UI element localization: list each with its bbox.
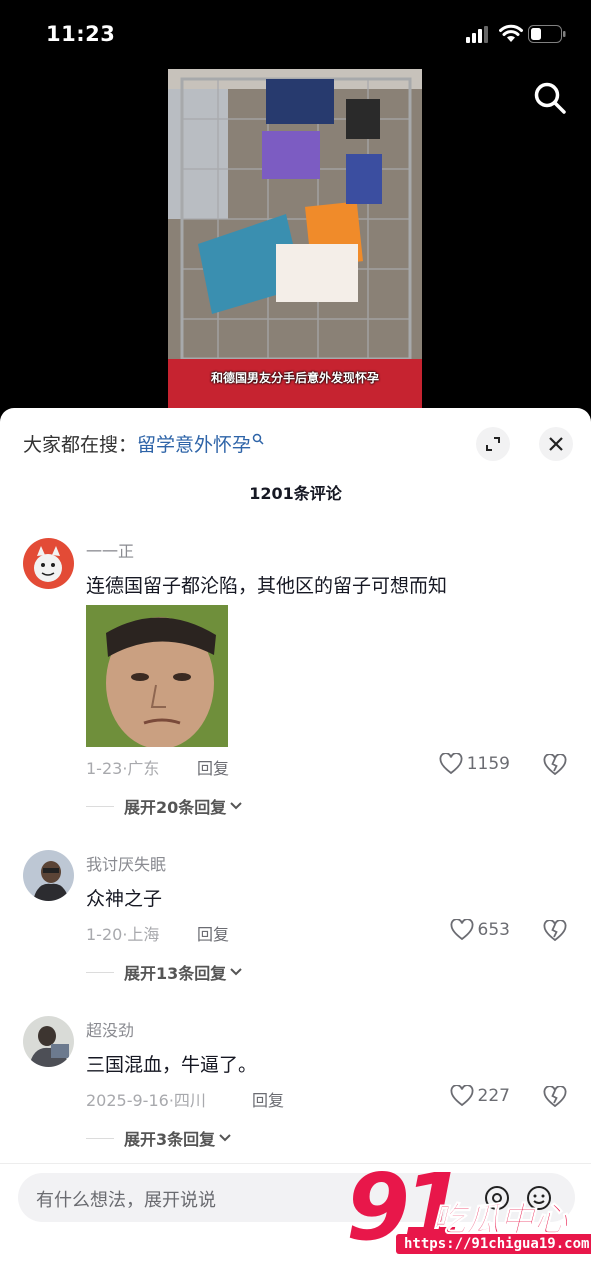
divider-line [86,805,114,807]
heart-icon [450,1085,473,1107]
avatar[interactable] [23,1016,74,1067]
broken-heart-icon[interactable] [543,1086,567,1108]
reply-button[interactable]: 回复 [197,755,229,779]
expand-icon [486,437,500,451]
fullscreen-toggle-button[interactable] [476,427,510,461]
avatar[interactable] [23,850,74,901]
person-avatar-icon [23,1016,74,1067]
broken-heart-icon[interactable] [543,920,567,942]
comment-item: 我讨厌失眠 众神之子 1-20·上海 回复 653 展开13条回复 [0,850,591,985]
comment-username[interactable]: 我讨厌失眠 [86,851,166,875]
expand-replies-button[interactable]: 展开3条回复 [86,1126,232,1150]
comment-count: 1201条评论 [249,484,342,503]
like-button[interactable]: 653 [450,919,510,941]
watermark-url: https://91chigua19.com [396,1234,591,1254]
comment-sticker-image[interactable] [86,605,228,747]
comment-item: 一一正 连德国留子都沦陷，其他区的留子可想而知 1-23·广东 回复 1159 … [0,536,591,826]
divider-line [86,1137,114,1139]
trending-prefix: 大家都在搜： [23,434,138,456]
search-small-icon [252,433,264,445]
heart-icon [439,753,463,775]
comment-username[interactable]: 超没劲 [86,1017,134,1041]
divider-line [86,971,114,973]
trending-keyword-link[interactable]: 留学意外怀孕 [137,434,251,456]
cellular-signal-icon [466,26,488,43]
comment-location: 四川 [173,1091,206,1110]
face-photo [86,605,228,747]
broken-heart-icon[interactable] [543,754,567,776]
comment-input-placeholder: 有什么想法，展开说说 [36,1190,216,1211]
reply-button[interactable]: 回复 [252,1087,284,1111]
shopping-cart-video-frame [168,69,422,412]
trending-search[interactable]: 大家都在搜：留学意外怀孕 [23,430,264,457]
cartoon-avatar-icon [23,538,74,589]
watermark-logo: 91 吃瓜中心 https://91chigua19.com [346,1162,591,1272]
chevron-down-icon [230,802,242,810]
close-button[interactable] [539,427,573,461]
chevron-down-icon [219,1134,231,1142]
comment-date: 2025-9-16 [86,1091,169,1110]
close-icon [549,437,563,451]
like-button[interactable]: 1159 [439,753,510,775]
expand-replies-label: 展开20条回复 [124,798,227,817]
like-button[interactable]: 227 [450,1085,510,1107]
person-avatar-icon [23,850,74,901]
comment-item: 超没劲 三国混血，牛逼了。 2025-9-16·四川 回复 227 展开3条回复 [0,1016,591,1151]
like-count: 1159 [466,754,510,774]
status-time: 11:23 [46,22,116,46]
wifi-icon [499,24,523,42]
comment-sheet: 大家都在搜：留学意外怀孕 1201条评论 一一正 连德国留子都沦陷，其他区的留子… [0,408,591,1280]
battery-icon [528,25,566,43]
comment-meta: 1-20·上海 [86,921,159,945]
comment-date: 1-20 [86,925,123,944]
like-count: 227 [477,1086,510,1106]
video-subtitle: 和德国男友分手后意外发现怀孕 [210,371,379,385]
avatar[interactable] [23,538,74,589]
expand-replies-label: 展开13条回复 [124,964,227,983]
expand-replies-label: 展开3条回复 [124,1130,216,1149]
comment-text: 众神之子 [86,888,163,910]
comment-location: 上海 [127,925,160,944]
like-count: 653 [477,920,510,940]
comment-meta: 1-23·广东 [86,755,159,779]
status-bar: 11:23 [0,0,591,66]
comment-date: 1-23 [86,759,123,778]
comment-text: 三国混血，牛逼了。 [86,1054,258,1076]
comment-meta: 2025-9-16·四川 [86,1087,206,1111]
expand-replies-button[interactable]: 展开13条回复 [86,960,243,984]
video-player[interactable]: 和德国男友分手后意外发现怀孕 [168,69,422,412]
comment-username[interactable]: 一一正 [86,538,134,562]
expand-replies-button[interactable]: 展开20条回复 [86,794,243,818]
heart-icon [450,919,473,941]
reply-button[interactable]: 回复 [197,921,229,945]
search-icon[interactable] [532,80,568,116]
comment-text: 连德国留子都沦陷，其他区的留子可想而知 [86,575,448,597]
comment-location: 广东 [127,759,160,778]
chevron-down-icon [230,968,242,976]
